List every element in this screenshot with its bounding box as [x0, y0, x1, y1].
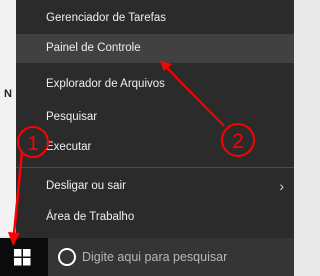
annotation-arrowhead-2 [160, 61, 172, 71]
annotation-marker-1-number: 1 [27, 133, 38, 155]
annotation-marker-2-number: 2 [232, 130, 244, 153]
annotation-arrow-2 [165, 66, 225, 127]
annotation-arrowhead-1 [8, 232, 20, 246]
annotation-arrow-1 [12, 151, 24, 235]
annotation-overlay: 2 1 [8, 61, 255, 246]
screenshot: N Gerenciador de Tarefas Painel de Contr… [0, 0, 294, 276]
